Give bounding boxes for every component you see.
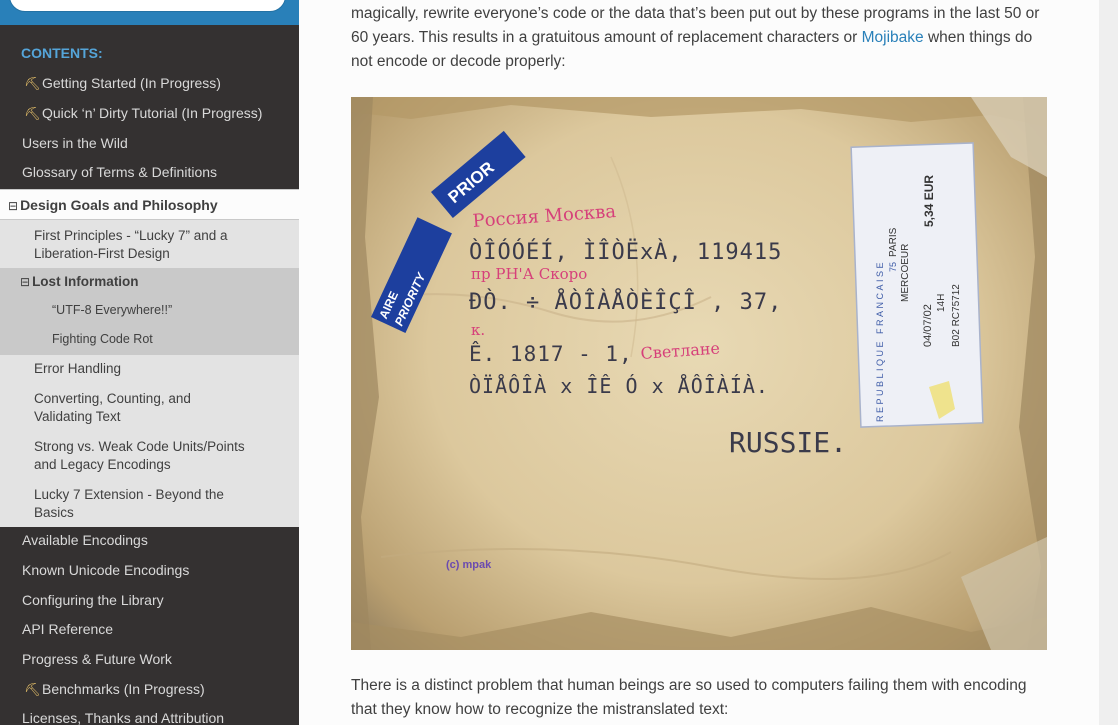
- sidebar-item-benchmarks[interactable]: ⛏Benchmarks (In Progress): [0, 680, 299, 700]
- postage-stamp: REPUBLIQUE FRANCAISE 75 PARIS MERCOEUR 0…: [850, 142, 984, 428]
- tape-top: [351, 97, 1047, 127]
- sidebar-item-label: Converting, Counting, and Validating Tex…: [34, 391, 191, 424]
- sidebar-item-getting-started[interactable]: ⛏Getting Started (In Progress): [0, 74, 299, 94]
- mojibake-link[interactable]: Mojibake: [862, 29, 924, 46]
- sidebar-item-label: Getting Started (In Progress): [42, 75, 221, 91]
- sidebar-item-label: Lost Information: [32, 274, 139, 289]
- sidebar-item-lucky7-extension[interactable]: Lucky 7 Extension - Beyond the Basics: [0, 481, 299, 527]
- sidebar-item-label: Known Unicode Encodings: [22, 562, 190, 578]
- stamp-number: 75: [888, 262, 898, 272]
- sidebar-item-licenses[interactable]: Licenses, Thanks and Attribution: [0, 709, 299, 725]
- stamp-price: 5,34 EUR: [922, 175, 936, 227]
- sidebar-item-label: “UTF-8 Everywhere!!”: [52, 303, 173, 317]
- paragraph-recognize-mistranslated: There is a distinct problem that human b…: [351, 677, 1027, 718]
- sidebar-item-strong-vs-weak[interactable]: Strong vs. Weak Code Units/Points and Le…: [0, 433, 299, 481]
- sidebar-item-utf8-everywhere[interactable]: “UTF-8 Everywhere!!”: [0, 295, 299, 325]
- tape-bottom: [351, 607, 1047, 650]
- sidebar-item-progress-future[interactable]: Progress & Future Work: [0, 650, 299, 670]
- pink-line-3: к.: [471, 321, 485, 339]
- sidebar-item-label: Available Encodings: [22, 532, 148, 548]
- image-credit: (c) mpak: [446, 559, 492, 571]
- priority-sticker-side: AIRE PRIORITY: [371, 217, 452, 334]
- sidebar-item-known-unicode-encodings[interactable]: Known Unicode Encodings: [0, 561, 299, 581]
- sidebar-item-label: Fighting Code Rot: [52, 332, 153, 346]
- stamp-time: 14H: [936, 294, 947, 312]
- sidebar-item-label: API Reference: [22, 621, 114, 637]
- hammer-icon: ⛏: [24, 682, 41, 697]
- sidebar-item-glossary[interactable]: Glossary of Terms & Definitions: [0, 163, 299, 183]
- sidebar-item-label: Licenses, Thanks and Attribution: [22, 710, 225, 725]
- sidebar-item-quick-tutorial[interactable]: ⛏Quick ‘n’ Dirty Tutorial (In Progress): [0, 104, 299, 124]
- stamp-office: MERCOEUR: [900, 244, 911, 302]
- sidebar-item-label: Lucky 7 Extension - Beyond the Basics: [34, 487, 224, 520]
- sidebar-item-configuring[interactable]: Configuring the Library: [0, 591, 299, 611]
- address-line-2: ĐÒ. ÷ ÅÒÎÀÅÒÈÎÇÎ , 37,: [469, 288, 782, 315]
- sidebar-item-fighting-code-rot[interactable]: Fighting Code Rot: [0, 325, 299, 355]
- address-line-4: ÒÏÅÔÎÀ x ÎÊ Ó x ÅÔÎÀÍÀ.: [469, 374, 769, 398]
- destination-russie: RUSSIE.: [729, 426, 847, 459]
- collapse-icon[interactable]: ⊟: [20, 273, 30, 291]
- sidebar-item-available-encodings[interactable]: Available Encodings: [0, 531, 299, 551]
- sidebar-item-label: First Principles - “Lucky 7” and a Liber…: [34, 228, 228, 261]
- tape-corner: [971, 97, 1047, 177]
- search-area: [0, 0, 299, 25]
- sidebar-item-lost-information[interactable]: ⊟ Lost Information: [0, 268, 299, 295]
- address-line-1: ÒÎÓÓÉÍ, ÌÎÒËxÀ, 119415: [469, 239, 782, 265]
- sidebar-item-label: Error Handling: [34, 361, 122, 376]
- mojibake-envelope-image: PRIOR AIRE PRIORITY Россия Москва ÒÎÓÓÉÍ…: [351, 97, 1047, 650]
- sidebar-item-api-reference[interactable]: API Reference: [0, 620, 299, 640]
- hammer-icon: ⛏: [24, 76, 41, 91]
- priority-sticker-top: PRIOR: [431, 130, 526, 219]
- main-content: magically, rewrite everyone’s code or th…: [299, 0, 1099, 725]
- contents-caption: CONTENTS:: [21, 45, 103, 61]
- sidebar-item-label: Glossary of Terms & Definitions: [22, 164, 218, 180]
- sidebar-item-label: Users in the Wild: [22, 135, 128, 151]
- sidebar-item-label: Quick ‘n’ Dirty Tutorial (In Progress): [42, 105, 263, 121]
- pink-line-4: Светлане: [640, 338, 721, 362]
- hammer-icon: ⛏: [24, 106, 41, 121]
- sidebar-item-design-goals[interactable]: ⊟ Design Goals and Philosophy: [0, 189, 299, 220]
- sidebar-item-error-handling[interactable]: Error Handling: [0, 355, 299, 385]
- stamp-city: PARIS: [888, 227, 899, 257]
- sidebar: CONTENTS: ⛏Getting Started (In Progress)…: [0, 0, 299, 725]
- collapse-icon[interactable]: ⊟: [8, 197, 18, 215]
- pink-line-2: пр РН'А Скоро: [471, 265, 587, 283]
- sidebar-item-label: Strong vs. Weak Code Units/Points and Le…: [34, 439, 245, 472]
- sidebar-item-label: Progress & Future Work: [22, 651, 172, 667]
- stamp-date: 04/07/02: [922, 304, 934, 347]
- sidebar-item-label: Benchmarks (In Progress): [42, 681, 205, 697]
- tape-left: [351, 97, 379, 650]
- stamp-code: B02 RC75712: [951, 284, 962, 347]
- search-input[interactable]: [9, 0, 286, 12]
- sidebar-item-label: Configuring the Library: [22, 592, 164, 608]
- stamp-country: REPUBLIQUE FRANCAISE: [875, 260, 885, 422]
- sidebar-item-first-principles[interactable]: First Principles - “Lucky 7” and a Liber…: [0, 220, 299, 268]
- pink-line-1: Россия Москва: [472, 201, 617, 232]
- paragraph-mojibake-intro: magically, rewrite everyone’s code or th…: [351, 2, 1051, 74]
- sidebar-item-users-in-the-wild[interactable]: Users in the Wild: [0, 134, 299, 154]
- sidebar-item-converting-counting[interactable]: Converting, Counting, and Validating Tex…: [0, 385, 299, 433]
- address-line-3: Ê. 1817 - 1,: [469, 341, 633, 366]
- scrollbar-gutter[interactable]: [1099, 0, 1118, 725]
- sidebar-item-label: Design Goals and Philosophy: [20, 197, 218, 213]
